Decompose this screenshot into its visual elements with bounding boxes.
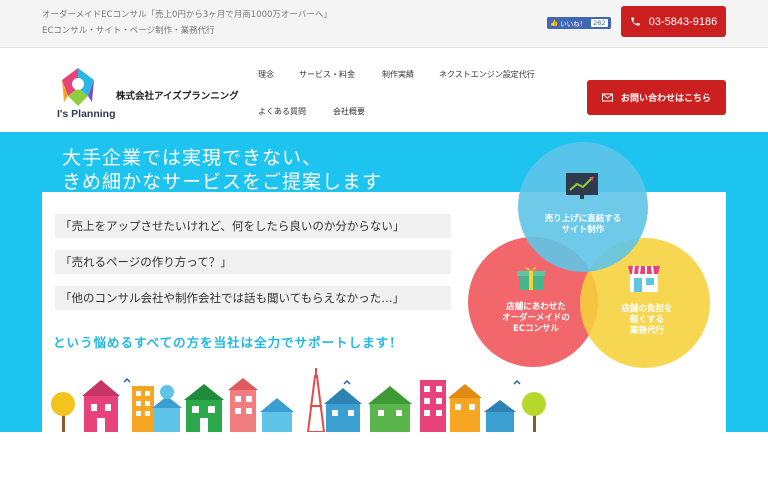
building-salmon (228, 378, 258, 432)
operations-text: 店舗の負担を 軽くする 業務代行 (621, 304, 673, 336)
contact-label: お問い合わせはこちら (620, 94, 711, 104)
contact-button[interactable]: お問い合わせはこちら (587, 80, 726, 115)
building-orange (132, 386, 154, 432)
house-green (184, 384, 224, 432)
nav-philosophy[interactable]: 理念 (258, 69, 274, 80)
tower-red (306, 368, 326, 432)
company-name[interactable]: 株式会社アイズプランニング (116, 88, 239, 102)
gift-icon (517, 267, 545, 290)
concern-quote-3: 「他のコンサル会社や制作会社では話も聞いてもらえなかった…」 (55, 286, 451, 310)
hero-headline-2: きめ細かなサービスをご提案します (62, 171, 383, 193)
nav-works[interactable]: 制作実績 (382, 69, 414, 80)
phone-icon (631, 17, 640, 26)
tree-right (522, 392, 546, 432)
phone-number: 03-5843-9186 (648, 15, 718, 28)
house-green-2 (368, 386, 412, 432)
phone-button[interactable]: 03-5843-9186 (621, 6, 726, 37)
house-pink (82, 380, 120, 432)
concern-quote-2: 「売れるページの作り方って？」 (55, 250, 451, 274)
facebook-thumb-icon: 👍 (550, 19, 559, 27)
city-illustration (51, 368, 546, 432)
house-teal (260, 398, 294, 432)
house-blue-small (152, 385, 182, 432)
bird-icons (123, 377, 521, 385)
support-message: という悩めるすべての方を当社は全力でサポートします！ (53, 335, 403, 350)
hero-headline-1: 大手企業では実現できない、 (62, 147, 323, 169)
site-subtagline: ECコンサル・サイト・ページ制作・業務代行 (42, 26, 215, 36)
logo-text[interactable]: I's Planning (57, 108, 116, 120)
mail-icon (601, 93, 613, 102)
nav-next-engine[interactable]: ネクストエンジン設定代行 (439, 69, 535, 80)
top-bar: オーダーメイドECコンサル「売上0円から3ヶ月で月商1000万オーバーへ」 EC… (0, 0, 768, 48)
building-pink (420, 380, 446, 432)
house-orange (448, 384, 482, 432)
concern-quote-1: 「売上をアップさせたいけれど、何をしたら良いのか分からない」 (55, 214, 451, 238)
ec-consulting-text: 店舗にあわせた オーダーメイドの ECコンサル (502, 302, 570, 334)
like-count: 282 (591, 19, 608, 27)
nav-faq[interactable]: よくある質問 (258, 106, 306, 117)
facebook-like-button[interactable]: 👍 いいね！ 282 (547, 17, 611, 29)
logo-mark-icon[interactable] (58, 66, 98, 110)
site-production-circle[interactable] (518, 142, 648, 272)
shop-icon (628, 265, 660, 292)
tree-left (51, 392, 75, 432)
house-teal-2 (484, 400, 516, 432)
like-label: いいね！ (560, 20, 587, 28)
site-header: I's Planning 株式会社アイズプランニング 理念 サービス・料金 制作… (0, 48, 768, 132)
chart-icon (566, 173, 598, 199)
site-production-label: 売り上げに直結する サイト制作 (523, 214, 643, 236)
nav-company[interactable]: 会社概要 (333, 106, 365, 117)
site-production-text: 売り上げに直結する サイト制作 (544, 214, 622, 235)
operations-label: 店舗の負担を 軽くする 業務代行 (588, 304, 706, 337)
ec-consulting-label: 店舗にあわせた オーダーメイドの ECコンサル (475, 302, 597, 335)
below-hero-area (0, 432, 768, 480)
nav-services[interactable]: サービス・料金 (299, 69, 355, 80)
house-blue (324, 388, 362, 432)
site-tagline: オーダーメイドECコンサル「売上0円から3ヶ月で月商1000万オーバーへ」 (42, 10, 332, 20)
